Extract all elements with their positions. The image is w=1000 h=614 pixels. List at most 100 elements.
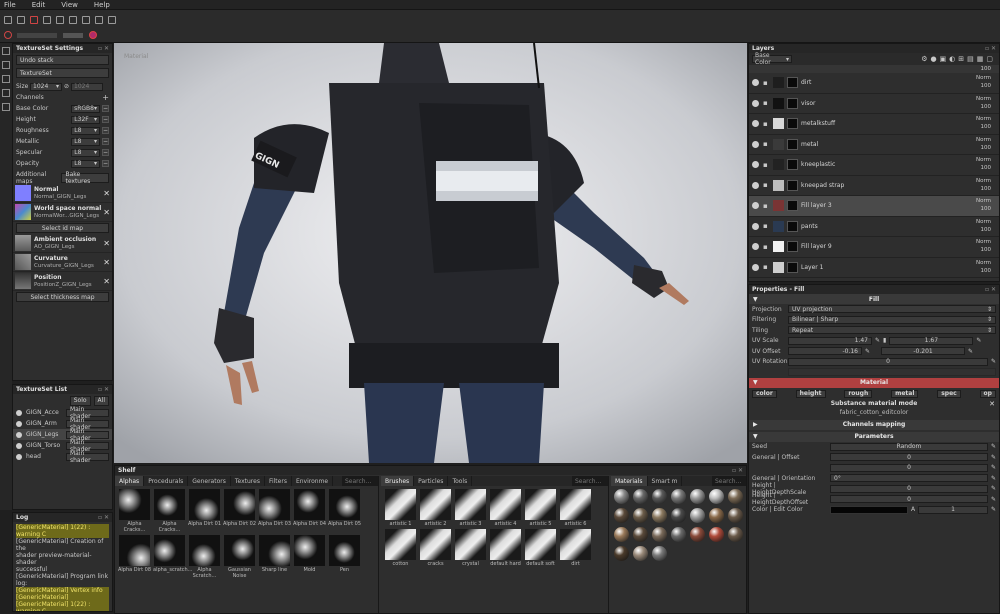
close-icon[interactable]: ✕ [989, 400, 995, 408]
symmetry-x-icon[interactable] [17, 16, 25, 24]
shelf-search-input[interactable]: Search... [572, 476, 608, 486]
material-thumbnail[interactable] [652, 489, 667, 504]
material-thumbnail[interactable] [614, 546, 629, 561]
pen-icon[interactable]: ✎ [875, 337, 880, 344]
uv-rotation-input[interactable]: 0 [788, 357, 988, 366]
visibility-icon[interactable] [752, 222, 759, 230]
edit-color-swatch[interactable] [830, 505, 908, 514]
material-thumbnail[interactable] [671, 527, 686, 542]
layer-row[interactable]: ▪ Layer 1 Norm 100 [749, 258, 999, 278]
visibility-icon[interactable] [752, 263, 759, 271]
remove-channel-icon[interactable]: − [102, 138, 109, 145]
projection-icon[interactable] [2, 75, 10, 83]
shelf-tab[interactable]: Alphas [115, 476, 145, 486]
metal-toggle[interactable]: metal [891, 389, 919, 398]
shelf-item[interactable]: Alpha Scratch... [188, 535, 221, 579]
layer-blend[interactable]: Norm 100 [976, 238, 991, 254]
shelf-item[interactable]: artistic 3 [454, 489, 487, 527]
visibility-icon[interactable] [752, 202, 759, 210]
material-thumbnail[interactable] [709, 527, 724, 542]
remove-channel-icon[interactable]: − [102, 127, 109, 134]
solo-button[interactable]: Solo [69, 395, 91, 406]
brush-size-slider[interactable] [17, 32, 57, 38]
size-select-2[interactable]: 1024 [71, 82, 104, 91]
shelf-tab[interactable]: Textures [231, 476, 265, 486]
shelf-item[interactable]: Pen [328, 535, 361, 579]
shelf-item[interactable]: Alpha Dirt 01 [188, 489, 221, 533]
list-item[interactable]: head Main shader [13, 450, 112, 464]
camera-icon[interactable] [82, 16, 90, 24]
remove-channel-icon[interactable]: − [102, 160, 109, 167]
shelf-item[interactable]: Alpha Dirt 03 [258, 489, 291, 533]
shelf-item[interactable]: artistic 2 [419, 489, 452, 527]
close-icon[interactable]: ✕ [103, 258, 110, 267]
height-depth-scale-input[interactable]: 0 [830, 484, 988, 493]
visibility-icon[interactable] [752, 120, 759, 128]
menu-help[interactable]: Help [94, 1, 110, 9]
pen-icon[interactable]: ✎ [991, 454, 996, 461]
layer-row[interactable]: ▪ metal Norm 100 [749, 135, 999, 155]
picker-icon[interactable] [2, 103, 10, 111]
uv-offset-y-input[interactable]: -0.201 [881, 347, 966, 356]
bake-textures-button[interactable]: Bake textures [61, 171, 109, 185]
expand-icon[interactable]: ▶ [753, 421, 758, 428]
visibility-icon[interactable] [16, 453, 22, 460]
pen-icon[interactable]: ✎ [991, 506, 996, 513]
close-icon[interactable]: ▫ ✕ [98, 45, 109, 52]
layer-row[interactable]: ▪ metalkstuff Norm 100 [749, 114, 999, 135]
channel-format-select[interactable]: sRGB8 ▾ [71, 104, 100, 113]
close-icon[interactable]: ▫ ✕ [985, 45, 996, 52]
pen-icon[interactable]: ✎ [991, 464, 996, 471]
layer-row[interactable]: ▪ Fill layer 9 Norm 100 [749, 237, 999, 258]
shelf-item[interactable]: Alpha Dirt 04 [293, 489, 326, 533]
shelf-item[interactable]: Alpha Dirt 08 [118, 535, 151, 579]
visibility-icon[interactable] [752, 243, 759, 251]
pen-icon[interactable]: ✎ [976, 337, 981, 344]
shelf-tab[interactable]: Environme [292, 476, 334, 486]
channel-format-select[interactable]: L8 ▾ [71, 126, 100, 135]
lock-icon[interactable]: ▮ [883, 337, 886, 344]
orientation-input[interactable]: 0° [830, 474, 988, 483]
paint-brush-icon[interactable] [2, 47, 10, 55]
height-depth-offset-input[interactable]: 0 [830, 495, 988, 504]
add-channel-icon[interactable]: + [102, 93, 109, 102]
visibility-icon[interactable] [752, 140, 759, 148]
shader-select[interactable]: Main shader [65, 406, 109, 420]
layer-blend[interactable]: Norm 100 [976, 74, 991, 90]
view-icon[interactable] [95, 16, 103, 24]
visibility-icon[interactable] [752, 161, 759, 169]
shelf-item[interactable]: default soft [524, 529, 557, 567]
shelf-item[interactable]: Alpha Cracks... [118, 489, 151, 533]
all-button[interactable]: All [93, 395, 109, 406]
size-select[interactable]: 1024 ▾ [30, 82, 62, 91]
layer-blend[interactable]: Norm 100 [976, 95, 991, 111]
layer-blend[interactable]: Norm 100 [976, 115, 991, 131]
material-thumbnail[interactable] [690, 508, 705, 523]
undo-stack-button[interactable]: Undo stack [16, 55, 109, 65]
shelf-item[interactable]: artistic 6 [559, 489, 592, 527]
visibility-icon[interactable] [16, 420, 22, 427]
material-section-header[interactable]: ▼ Material [749, 377, 999, 388]
channel-format-select[interactable]: L32F ▾ [71, 115, 100, 124]
layer-blend[interactable]: Norm 100 [976, 156, 991, 172]
symmetry-icon[interactable] [4, 16, 12, 24]
projection-select[interactable]: UV projection ⇕ [788, 305, 996, 314]
close-icon[interactable]: ▫ ✕ [732, 467, 743, 474]
layer-blend[interactable]: Norm 100 [976, 259, 991, 275]
map-item-ao[interactable]: Ambient occlusion AO_GIGN_Legs ✕ [13, 234, 112, 253]
material-thumbnail[interactable] [633, 508, 648, 523]
shelf-item[interactable]: Mold [293, 535, 326, 579]
shelf-item[interactable]: artistic 4 [489, 489, 522, 527]
shader-select[interactable]: Main shader [65, 417, 109, 431]
visibility-icon[interactable] [16, 431, 22, 438]
material-thumbnail[interactable] [633, 489, 648, 504]
material-thumbnail[interactable] [671, 508, 686, 523]
shelf-tab[interactable]: Smart m [648, 476, 683, 486]
layer-row[interactable]: ▪ Fill layer 3 Norm 100 [749, 196, 999, 217]
visibility-icon[interactable] [752, 99, 759, 107]
shelf-tab[interactable]: Materials [611, 476, 648, 486]
pen-icon[interactable]: ✎ [865, 348, 870, 355]
shader-select[interactable]: Main shader [65, 428, 109, 442]
channel-format-select[interactable]: L8 ▾ [71, 148, 100, 157]
visibility-icon[interactable] [752, 79, 759, 87]
